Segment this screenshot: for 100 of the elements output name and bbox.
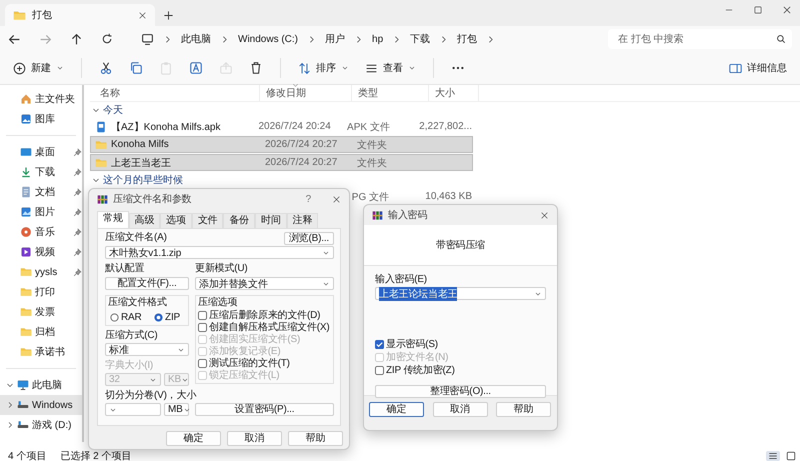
breadcrumb-item[interactable]: Windows (C:) xyxy=(238,34,298,44)
dialog-button[interactable]: 帮助 xyxy=(288,431,343,446)
table-cell-text: 文件夹 xyxy=(356,138,388,152)
checkbox-icon[interactable] xyxy=(198,310,207,320)
tab[interactable]: 打包 xyxy=(5,4,155,26)
dialog-button[interactable]: 取消 xyxy=(227,431,282,446)
sidebar-item[interactable]: 此电脑 xyxy=(0,375,82,395)
unit-dropdown[interactable]: MB xyxy=(164,403,189,416)
sidebar-item[interactable]: 下载 xyxy=(0,162,82,182)
help-icon[interactable]: ? xyxy=(306,194,311,204)
view-button[interactable]: 查看 xyxy=(360,56,421,80)
sidebar-item[interactable]: 图片 xyxy=(0,202,82,222)
radio-button[interactable]: RAR xyxy=(110,311,142,323)
folder-icon xyxy=(20,346,32,358)
close-icon[interactable] xyxy=(138,10,147,20)
close-icon[interactable] xyxy=(540,210,549,220)
radio-icon[interactable] xyxy=(110,312,119,322)
group-header[interactable]: 这个月的早些时候 xyxy=(90,172,800,188)
sidebar-item[interactable]: 打印 xyxy=(0,282,82,302)
checkbox[interactable]: 显示密码(S) xyxy=(375,338,438,350)
details-button[interactable]: 详细信息 xyxy=(724,56,792,80)
list-view-icon[interactable] xyxy=(768,450,778,460)
close-icon[interactable] xyxy=(332,194,341,204)
checkbox-icon[interactable] xyxy=(198,322,207,332)
dialog-button[interactable]: 帮助 xyxy=(496,402,551,417)
cut-icon[interactable] xyxy=(99,61,113,75)
file-row[interactable]: Konoha Milfs 2026/7/24 20:27 文件夹 xyxy=(90,136,473,153)
sidebar-item[interactable]: 文档 xyxy=(0,182,82,202)
breadcrumb-item[interactable]: 此电脑 xyxy=(181,32,211,46)
sidebar-item[interactable]: 承诺书 xyxy=(0,342,82,362)
dialog-button[interactable]: 确定 xyxy=(369,402,424,417)
new-button[interactable]: 新建 xyxy=(8,56,69,80)
tab[interactable]: 常规 xyxy=(97,211,129,228)
checkbox-icon[interactable] xyxy=(375,340,384,348)
checkbox-icon[interactable] xyxy=(198,358,207,368)
file-row[interactable]: 【AZ】Konoha Milfs.apk 2026/7/24 20:24 APK 文件 2,227,802... xyxy=(90,118,473,135)
radio-icon[interactable] xyxy=(154,312,164,322)
tab[interactable]: 文件 xyxy=(192,213,224,228)
new-tab-icon[interactable] xyxy=(163,10,174,21)
checkbox-icon[interactable] xyxy=(375,366,384,374)
file-row[interactable]: 上老王当老王 2026/7/24 20:27 文件夹 xyxy=(90,154,473,171)
breadcrumb-item[interactable]: 用户 xyxy=(325,32,346,46)
tab[interactable]: 备份 xyxy=(223,213,256,228)
computer-icon[interactable] xyxy=(141,32,154,46)
sidebar-item[interactable]: Windows xyxy=(0,395,82,415)
column-header[interactable]: 类型 xyxy=(352,85,429,101)
sidebar-item[interactable]: 游戏 (D:) xyxy=(0,415,82,435)
rename-icon[interactable] xyxy=(189,61,203,75)
selection-count: 已选择 2 个项目 xyxy=(60,450,132,461)
dialog-button[interactable]: 取消 xyxy=(432,402,488,417)
close-icon[interactable] xyxy=(782,5,792,15)
method-dropdown[interactable]: 标准 xyxy=(105,343,189,356)
sidebar-item[interactable]: 归档 xyxy=(0,322,82,342)
breadcrumb-item[interactable]: 打包 xyxy=(457,32,478,46)
up-arrow-icon[interactable] xyxy=(70,32,83,46)
group-header[interactable]: 今天 xyxy=(90,102,800,118)
tab[interactable]: 选项 xyxy=(160,213,192,228)
trash-icon[interactable] xyxy=(249,61,263,75)
sidebar-item[interactable]: 音乐 xyxy=(0,222,82,242)
sidebar-item[interactable]: 图库 xyxy=(0,109,82,129)
sidebar-item[interactable]: 发票 xyxy=(0,302,82,322)
maximize-icon[interactable] xyxy=(753,5,763,15)
column-header[interactable]: 名称 xyxy=(90,85,260,101)
group-title: 压缩文件格式 xyxy=(108,297,168,309)
breadcrumb-item[interactable]: 下载 xyxy=(410,32,430,46)
checkbox[interactable]: 创建自解压格式压缩文件(X) xyxy=(198,321,331,333)
sidebar-item[interactable]: yysls xyxy=(0,262,82,282)
checkbox[interactable]: 测试压缩的文件(T) xyxy=(198,357,331,369)
split-size-field[interactable] xyxy=(105,403,161,416)
sidebar-item[interactable]: 主文件夹 xyxy=(0,89,82,109)
tab[interactable]: 时间 xyxy=(255,213,287,228)
update-mode-dropdown[interactable]: 添加并替换文件 xyxy=(195,277,334,290)
organize-passwords-button[interactable]: 整理密码(O)... xyxy=(375,385,546,398)
column-header[interactable]: 大小 xyxy=(429,85,479,101)
set-password-button[interactable]: 设置密码(P)... xyxy=(195,403,334,416)
sidebar-item[interactable]: 桌面 xyxy=(0,142,82,162)
back-arrow-icon[interactable] xyxy=(8,32,21,46)
sidebar-item[interactable]: 视频 xyxy=(0,242,82,262)
dialog-button[interactable]: 确定 xyxy=(166,431,221,446)
music-icon xyxy=(20,226,32,238)
sort-button[interactable]: 排序 xyxy=(293,56,354,80)
search-field[interactable]: 在 打包 中搜索 xyxy=(608,29,792,49)
tile-view-icon[interactable] xyxy=(786,450,796,460)
table-cell-text: 2026/7/24 20:27 xyxy=(264,156,338,170)
caret-icon xyxy=(56,64,64,72)
tab[interactable]: 注释 xyxy=(286,213,318,228)
column-header[interactable]: 修改日期 xyxy=(260,85,352,101)
tab[interactable]: 高级 xyxy=(128,213,160,228)
checkbox[interactable]: 压缩后删除原来的文件(D) xyxy=(198,309,331,321)
profile-button[interactable]: 配置文件(F)... xyxy=(105,277,189,290)
refresh-icon[interactable] xyxy=(101,33,113,45)
browse-button[interactable]: 浏览(B)... xyxy=(284,232,334,245)
gallery-icon xyxy=(20,113,32,125)
copy-icon[interactable] xyxy=(129,61,143,75)
dialog-heading: 带密码压缩 xyxy=(436,238,485,252)
checkbox[interactable]: ZIP 传统加密(Z) xyxy=(375,364,455,376)
breadcrumb-item[interactable]: hp xyxy=(372,34,384,44)
filename-field[interactable]: 木叶熟女v1.1.zip xyxy=(105,246,334,259)
password-field[interactable]: 上老王论坛当老王 xyxy=(375,287,546,300)
radio-button[interactable]: ZIP xyxy=(154,311,180,323)
